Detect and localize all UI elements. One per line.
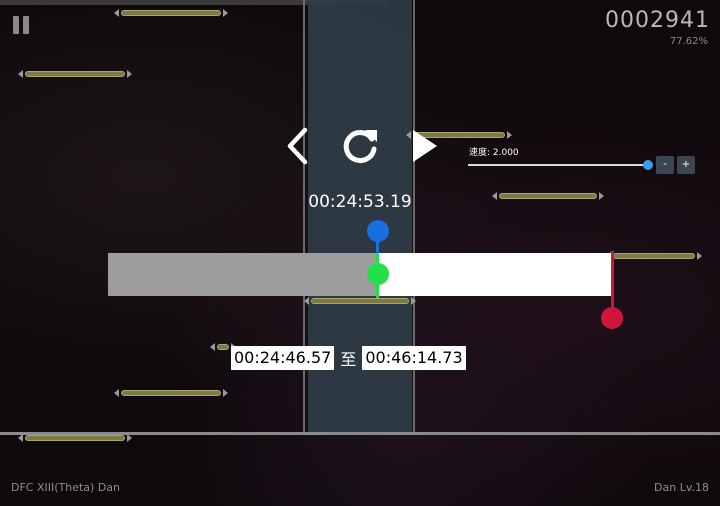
restart-button[interactable] [338, 124, 382, 168]
speed-decrease-button[interactable]: - [656, 156, 674, 174]
hold-note [492, 191, 604, 201]
chevron-left-icon [287, 127, 308, 165]
current-position-handle[interactable] [366, 220, 389, 242]
range-start-time[interactable]: 00:24:46.57 [231, 346, 335, 370]
back-button[interactable] [276, 124, 320, 168]
loop-range: 00:24:46.57 至 00:46:14.73 [231, 346, 466, 370]
seek-timeline[interactable] [108, 253, 612, 296]
judgement-line [0, 432, 720, 435]
speed-increase-button[interactable]: + [677, 156, 695, 174]
play-button[interactable] [400, 124, 444, 168]
hold-note [304, 296, 416, 306]
range-start-handle[interactable] [366, 263, 389, 285]
range-end-time[interactable]: 00:46:14.73 [362, 346, 466, 370]
play-icon [413, 130, 437, 162]
score: 0002941 [605, 8, 710, 33]
hold-note [114, 8, 228, 18]
hold-note [606, 251, 702, 261]
speed-slider-handle[interactable] [643, 160, 653, 170]
hold-note [18, 69, 132, 79]
range-end-handle[interactable] [601, 307, 623, 329]
played-portion [108, 253, 378, 296]
course-level: Dan Lv.18 [654, 481, 709, 494]
hold-note [114, 388, 228, 398]
song-title: DFC XIII(Theta) Dan [11, 481, 121, 494]
speed-label: 速度: 2.000 [469, 148, 519, 158]
accuracy: 77.62% [669, 36, 708, 47]
speed-slider[interactable] [468, 164, 646, 166]
range-separator: 至 [340, 350, 357, 369]
restart-icon [343, 130, 377, 164]
current-time: 00:24:53.19 [308, 192, 412, 212]
pause-icon[interactable] [12, 16, 32, 36]
